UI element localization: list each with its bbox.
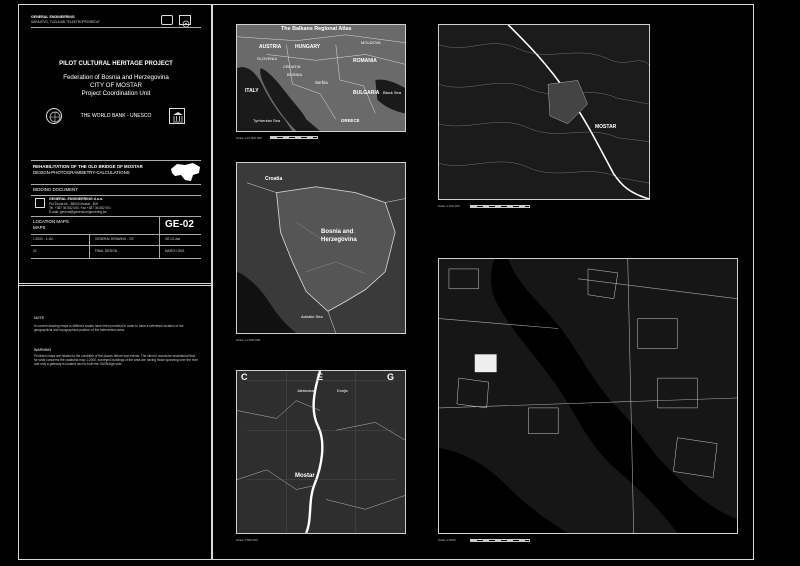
bosnia-outline-icon (171, 163, 200, 181)
balkans-label: HUNGARY (295, 44, 321, 50)
balkans-label: AUSTRIA (259, 44, 282, 50)
bosnia-map-scale: Scale 1:2 000 000 (236, 338, 261, 342)
drawing-kind: GENERAL DRAWING - GE (95, 237, 134, 241)
balkans-map-title: The Balkans Regional Atlas (281, 26, 352, 32)
cadastral-scale-bar (470, 539, 530, 542)
grid-letter-label: G (387, 372, 395, 382)
topo-scale-bar (470, 205, 530, 208)
balkans-label: BULGARIA (353, 90, 380, 96)
unesco-logo-icon (169, 108, 185, 124)
regional-town-label: Jablanica (297, 388, 314, 393)
drawing-file: GE-02.dwf (165, 237, 181, 241)
warning-heading: WARNING (34, 348, 52, 352)
balkans-label: CROATIA (283, 64, 301, 69)
warning-text-3: and only a gateway is located next to bo… (34, 362, 123, 366)
title-block-panel: GENERAL ENGINEERING SARAJEVO, TUZLA BB, … (18, 4, 212, 286)
topo-map-scale: Scale 1:100 000 (438, 204, 460, 208)
balkans-label: SLOVENIA (257, 56, 278, 61)
drawing-title-1: LOCATION MAPS (33, 219, 69, 224)
project-title: PILOT CULTURAL HERITAGE PROJECT (59, 61, 173, 67)
balkans-scale-bar (270, 136, 318, 139)
company-stamp-icon (35, 198, 45, 208)
grid-letter-label: E (317, 372, 324, 382)
regional-map: C E G Mostar Jablanica Konjic (236, 370, 406, 534)
bosnia-map-label: Bosnia and (321, 229, 354, 235)
balkans-label: ITALY (245, 88, 259, 94)
subject-line-1: REHABILITATION OF THE OLD BRIDGE OF MOST… (33, 164, 143, 169)
drawing-title-2: MAPS (33, 225, 46, 230)
document-type: BIDDING DOCUMENT (33, 187, 78, 192)
balkans-label: Serbia (315, 80, 328, 85)
bosnia-map-label: Croatia (265, 176, 283, 182)
regional-city-label: Mostar (295, 473, 315, 479)
balkans-map-scale: Scale 1:10 000 000 (236, 136, 262, 140)
drawing-scale: 1:2000 - 1:1M (33, 237, 53, 241)
drawing-number: 02 (33, 249, 37, 253)
drawing-phase: FINAL DESIGN (95, 249, 118, 253)
gear-logo-icon (179, 15, 191, 28)
project-federation: Federation of Bosnia and Herzegovina (63, 74, 169, 81)
cadastral-map (438, 258, 738, 534)
company-subtitle: SARAJEVO, TUZLA BB, "ELEKTROPRIVREDA" (31, 20, 100, 24)
cadastral-map-scale: Scale 1:2000 (438, 538, 456, 542)
bosnia-map-label: Adriatic Sea (301, 314, 323, 319)
note-text-2: geographical and topographical position … (34, 328, 125, 332)
balkans-label: GREECE (341, 118, 360, 123)
company-logo-icon (161, 15, 173, 25)
project-city: CITY OF MOSTAR (89, 82, 143, 89)
project-unit: Project Coordination Unit (81, 90, 151, 97)
balkans-label: ROMANIA (353, 58, 377, 64)
bosnia-map-label: Herzegovina (321, 237, 357, 243)
balkans-map: The Balkans Regional Atlas AUSTRIA HUNGA… (236, 24, 406, 132)
note-heading: NOTE (34, 316, 44, 320)
drawing-date: MARCH 2001 (165, 249, 185, 253)
balkans-label: BOSNIA (287, 72, 303, 77)
subject-line-2: DESIGN-PHOTOGRAMMETRY-CALCULATIONS (33, 170, 130, 175)
regional-map-scale: Scale 1:500 000 (236, 538, 258, 542)
bosnia-map: Croatia Bosnia and Herzegovina Adriatic … (236, 162, 406, 334)
topo-city-label: MOSTAR (595, 124, 617, 130)
document-address-3: E-mail: general@general-engineering.ba (49, 210, 107, 214)
grid-letter-label: C (241, 372, 248, 382)
drawing-sheet: GENERAL ENGINEERING SARAJEVO, TUZLA BB, … (0, 0, 800, 566)
notes-panel: NOTE In current drawing maps in differen… (18, 283, 212, 560)
drawing-code: GE-02 (165, 219, 194, 230)
balkans-label: Black Sea (383, 90, 402, 95)
topographic-map: MOSTAR (438, 24, 650, 200)
balkans-label: Tyrrhenian Sea (253, 118, 281, 123)
balkans-label: MOLDOVA (361, 40, 381, 45)
regional-town-label: Konjic (337, 388, 348, 393)
